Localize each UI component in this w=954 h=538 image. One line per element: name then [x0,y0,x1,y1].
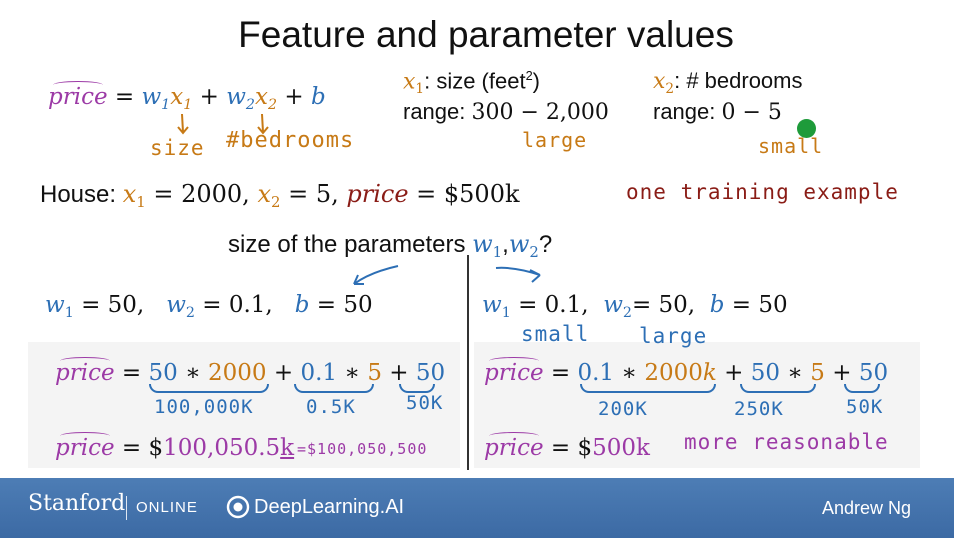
right-result-note: more reasonable [684,430,889,454]
feature2-range: range: 0 − 5 [653,99,782,125]
right-brace-3 [844,384,880,393]
left-annotation-3: 50K [406,392,444,414]
direction-arrows [353,265,541,285]
left-result-note: =$100,050,500 [297,440,428,458]
feature1-note: large [522,128,588,152]
right-annotation-2: 250K [734,398,784,420]
center-divider [467,255,469,470]
author-name: Andrew Ng [822,498,912,518]
right-brace-2 [740,384,816,393]
bedrooms-annotation: #bedrooms [226,128,355,153]
left-brace-2 [294,384,374,393]
right-annotation-1: 200K [598,398,648,420]
left-parameters: w1 = 50, w2 = 0.1, b = 50 [45,292,373,321]
footer-bar: Stanford ONLINE DeepLearning.AI Andrew N… [0,478,954,538]
feature2-note: small [758,134,824,158]
feature2-desc: x2: # bedrooms [653,68,803,97]
slide-title: Feature and parameter values [238,14,734,55]
right-small-note: small [521,322,590,346]
right-large-note: large [639,324,708,348]
right-brace-1 [580,384,716,393]
left-annotation-1: 100,000K [154,396,254,418]
size-annotation: size [150,136,205,160]
right-annotation-3: 50K [846,396,884,418]
feature1-range: range: 300 − 2,000 [403,99,609,125]
house-example: House: x1 = 2000, x2 = 5, price = $500k [40,180,520,212]
deeplearning-icon [226,495,250,519]
parameter-question: size of the parameters w1,w2? [228,230,553,262]
right-calculation: price = 0.1 ∗ 2000k + 50 ∗ 5 + 50 [484,357,889,386]
price-hat: price [48,81,108,110]
right-parameters: w1 = 0.1, w2= 50, b = 50 [482,292,788,321]
stanford-logo: Stanford [28,491,126,516]
left-result: price = $100,050.5k [55,432,295,461]
feature1-desc: x1: size (feet2) [403,68,540,98]
model-equation: price = w1x1 + w2x2 + b [48,81,326,113]
online-label: ONLINE [136,499,198,516]
training-example-note: one training example [626,180,899,204]
left-calculation: price = 50 ∗ 2000 + 0.1 ∗ 5 + 50 [55,357,446,386]
right-result: price = $500k [484,432,650,461]
deeplearning-logo: DeepLearning.AI [254,496,405,518]
left-annotation-2: 0.5K [306,396,356,418]
footer-separator [126,496,127,520]
left-brace-1 [149,384,269,393]
